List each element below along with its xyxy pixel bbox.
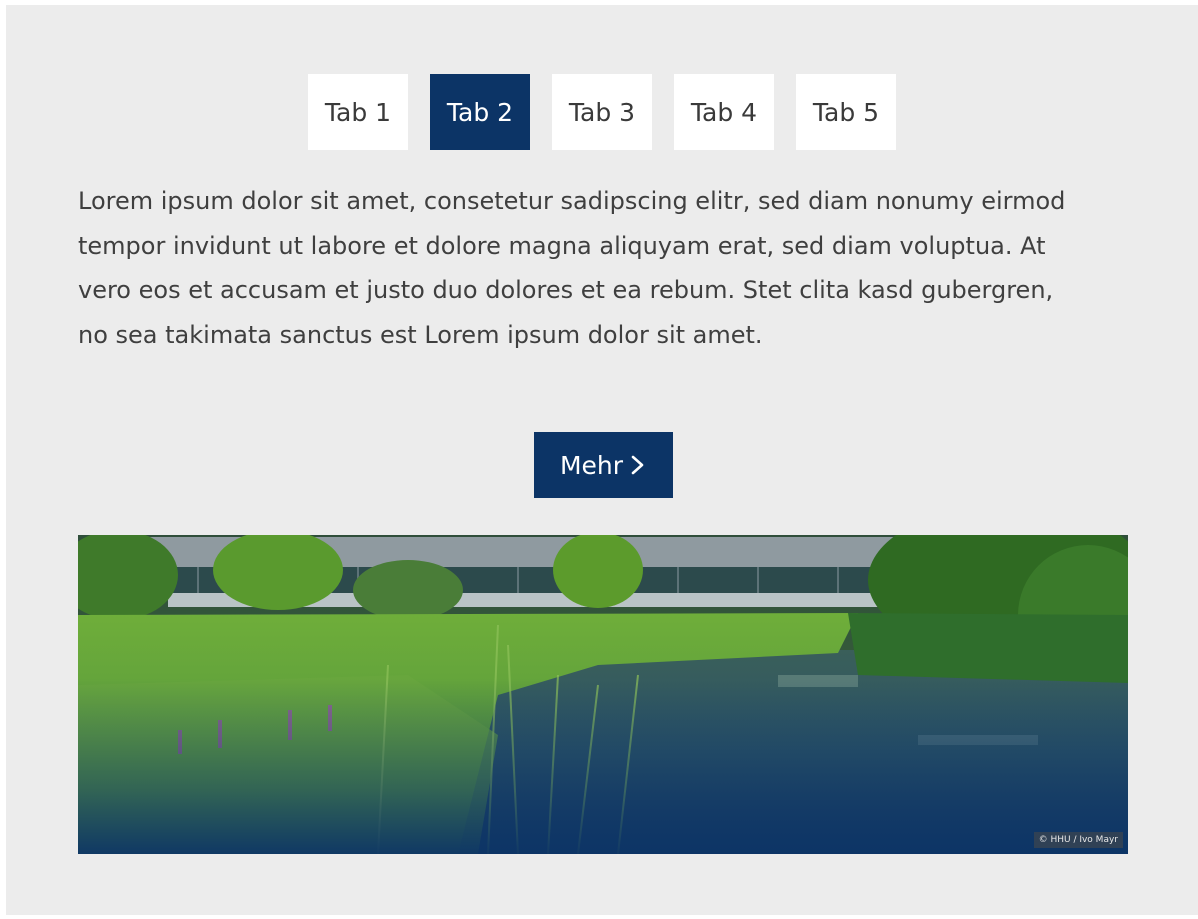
photo-credit: © HHU / Ivo Mayr: [1033, 832, 1123, 848]
tab-3[interactable]: Tab 3: [552, 74, 652, 150]
tab-content-text: Lorem ipsum dolor sit amet, consetetur s…: [78, 187, 1066, 349]
tab-label: Tab 3: [568, 97, 636, 127]
more-button[interactable]: Mehr: [534, 432, 673, 498]
tab-5[interactable]: Tab 5: [796, 74, 896, 150]
tab-2[interactable]: Tab 2: [430, 74, 530, 150]
tab-bar: Tab 1 Tab 2 Tab 3 Tab 4 Tab 5: [6, 74, 1198, 150]
tab-4[interactable]: Tab 4: [674, 74, 774, 150]
more-button-label: Mehr: [559, 450, 624, 480]
tab-label: Tab 2: [446, 97, 514, 127]
tab-label: Tab 4: [690, 97, 758, 127]
content-panel: Tab 1 Tab 2 Tab 3 Tab 4 Tab 5 Lorem ipsu…: [6, 5, 1198, 915]
tab-label: Tab 5: [812, 97, 880, 127]
tab-label: Tab 1: [324, 97, 392, 127]
chevron-right-icon: [631, 455, 644, 475]
campus-lake-photo: © HHU / Ivo Mayr: [78, 535, 1128, 854]
tab-1[interactable]: Tab 1: [308, 74, 408, 150]
